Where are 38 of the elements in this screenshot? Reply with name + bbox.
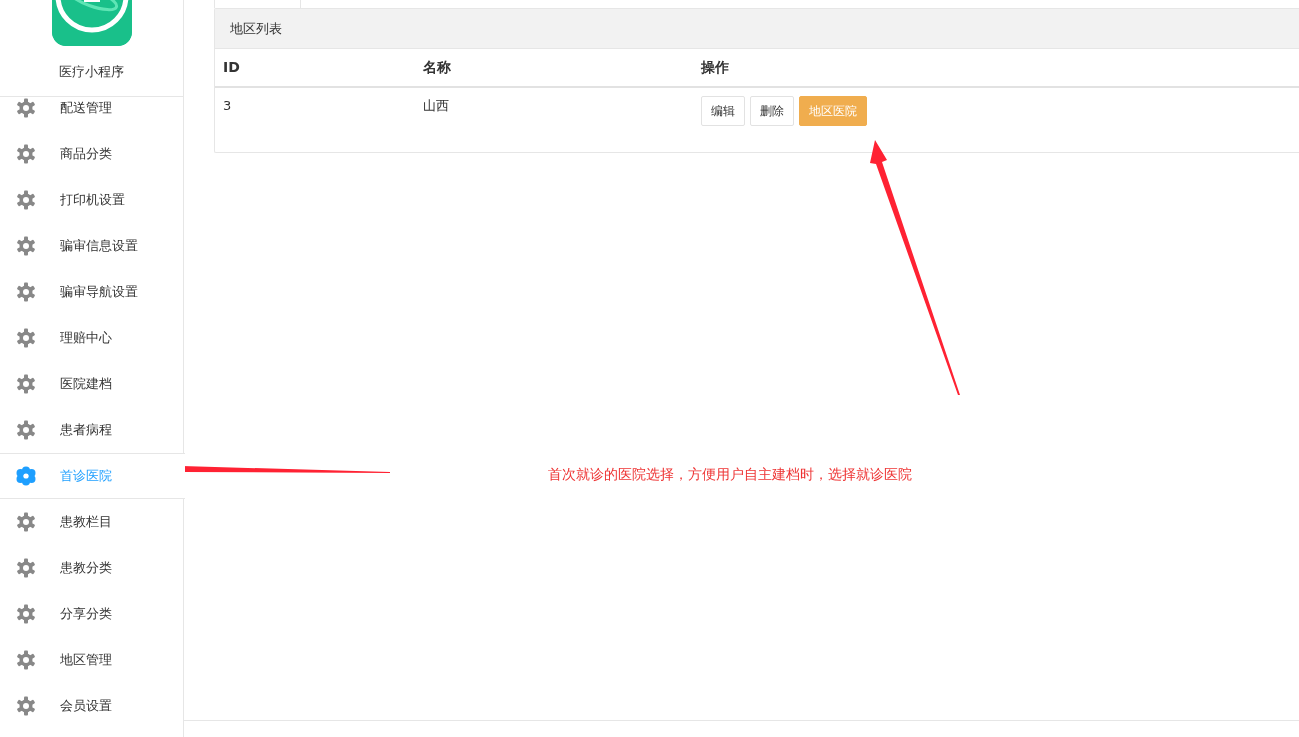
menu-item[interactable]: 分享分类 <box>0 591 183 637</box>
gear-icon <box>16 650 36 670</box>
table-cell: 山西 <box>415 87 693 126</box>
gear-icon <box>16 558 36 578</box>
menu-item[interactable]: 患教栏目 <box>0 499 183 545</box>
gear-icon <box>16 420 36 440</box>
menu-item[interactable]: 会员设置 <box>0 683 183 729</box>
column-header: 名称 <box>415 49 693 87</box>
gear-icon <box>16 696 36 716</box>
menu-item[interactable]: 配送管理 <box>0 85 183 131</box>
gear-icon <box>16 512 36 532</box>
app-name: 医疗小程序 <box>59 63 124 81</box>
menu-item[interactable]: 骗审信息设置 <box>0 223 183 269</box>
gear-icon <box>16 190 36 210</box>
flower-icon <box>16 466 36 486</box>
panel-title: 地区列表 <box>215 9 1299 49</box>
menu-item[interactable]: 商品分类 <box>0 131 183 177</box>
gear-icon <box>16 282 36 302</box>
menu-item[interactable]: 地区管理 <box>0 637 183 683</box>
gear-icon <box>16 98 36 118</box>
gear-icon <box>16 236 36 256</box>
menu-item[interactable]: 打印机设置 <box>0 177 183 223</box>
tab[interactable] <box>214 0 301 8</box>
action-button[interactable]: 编辑 <box>701 96 745 126</box>
gear-icon <box>16 374 36 394</box>
gear-icon <box>16 604 36 624</box>
menu-item[interactable]: 医院建档 <box>0 361 183 407</box>
action-button[interactable]: 删除 <box>750 96 794 126</box>
annotation-text: 首次就诊的医院选择，方便用户自主建档时，选择就诊医院 <box>548 465 912 484</box>
menu-item[interactable]: 患教分类 <box>0 545 183 591</box>
gear-icon <box>16 144 36 164</box>
table-cell: 3 <box>215 87 415 126</box>
column-header: ID <box>215 49 415 87</box>
menu-item[interactable]: 骗审导航设置 <box>0 269 183 315</box>
gear-icon <box>16 328 36 348</box>
menu-item[interactable]: 理赔中心 <box>0 315 183 361</box>
column-header: 操作 <box>693 49 1299 87</box>
menu-item[interactable]: 患者病程 <box>0 407 183 453</box>
